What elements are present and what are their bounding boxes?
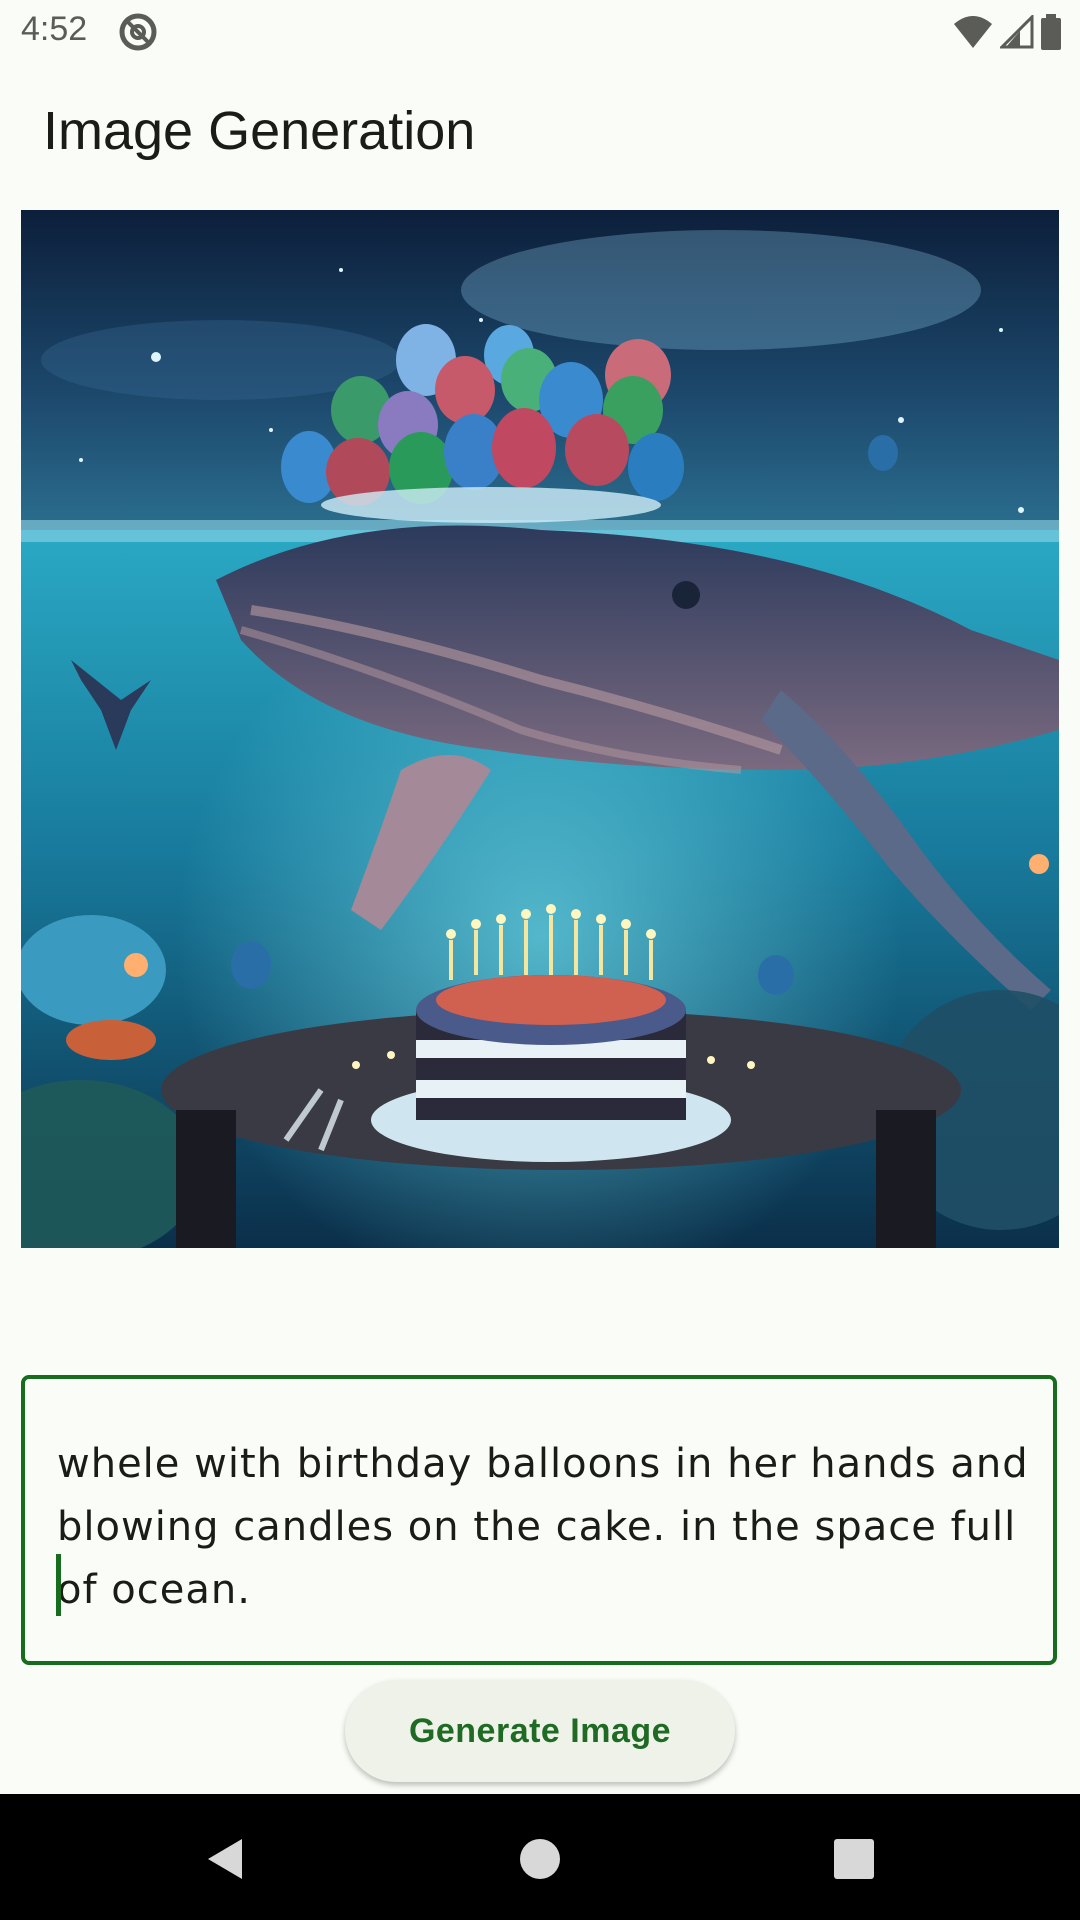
- cell-signal-icon: [1000, 15, 1034, 49]
- wifi-icon: [954, 16, 992, 48]
- recents-icon[interactable]: [826, 1831, 882, 1887]
- prompt-text[interactable]: whele with birthday balloons in her hand…: [57, 1433, 1037, 1622]
- generate-image-button[interactable]: Generate Image: [345, 1680, 735, 1782]
- status-time: 4:52: [21, 10, 88, 48]
- page-title: Image Generation: [43, 101, 476, 161]
- home-icon[interactable]: [512, 1831, 568, 1887]
- battery-icon: [1041, 14, 1061, 50]
- status-bar: 4:52: [0, 0, 1080, 64]
- text-cursor: [56, 1554, 61, 1616]
- do-not-disturb-icon: [119, 13, 157, 51]
- generated-image: [21, 210, 1059, 1248]
- prompt-input[interactable]: whele with birthday balloons in her hand…: [21, 1375, 1057, 1665]
- system-nav-bar: [0, 1794, 1080, 1920]
- back-icon[interactable]: [198, 1831, 254, 1887]
